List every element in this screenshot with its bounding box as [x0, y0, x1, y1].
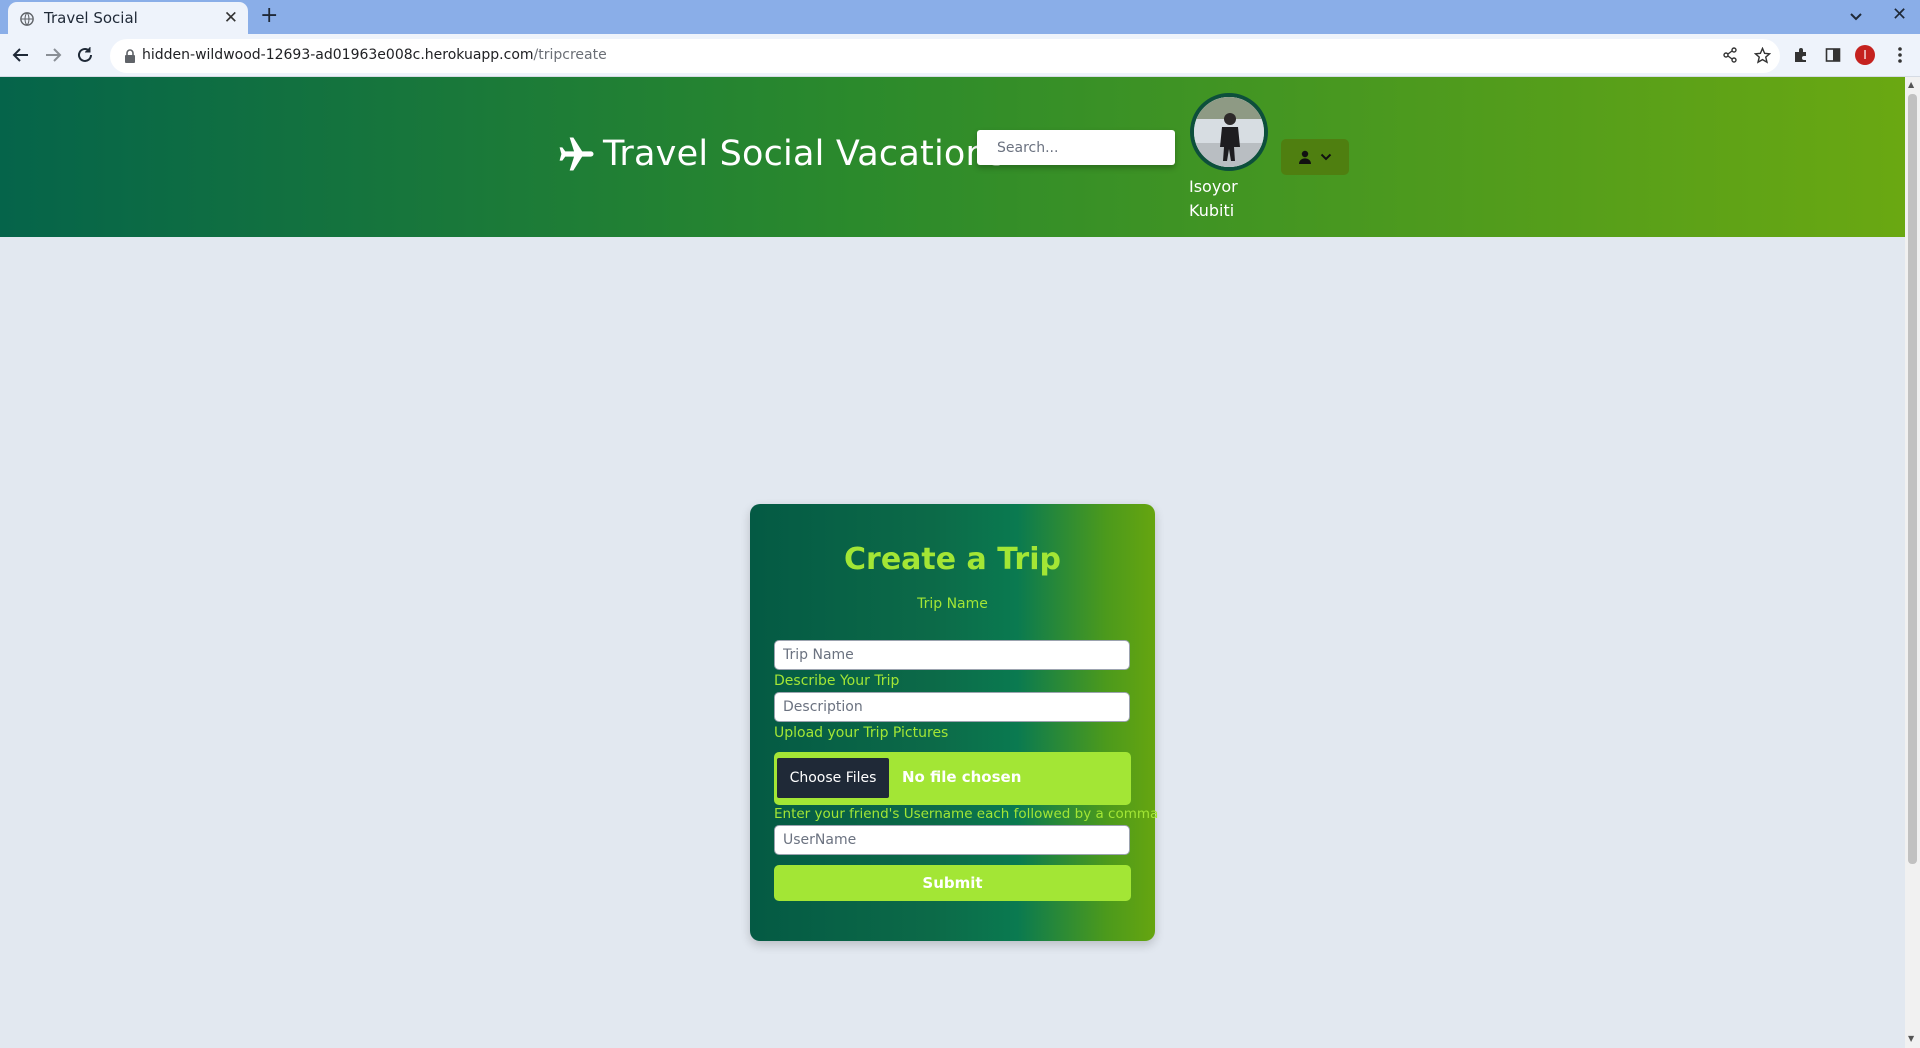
- brand[interactable]: Travel Social Vacations: [555, 132, 1006, 176]
- submit-button[interactable]: Submit: [774, 865, 1131, 901]
- brand-title: Travel Social Vacations: [603, 134, 1007, 174]
- user-name: Isoyor Kubiti: [1189, 177, 1238, 220]
- description-label: Describe Your Trip: [774, 673, 900, 689]
- side-panel-icon[interactable]: [1822, 44, 1844, 66]
- trip-name-input[interactable]: [774, 640, 1130, 670]
- url-path: /tripcreate: [533, 47, 607, 63]
- tab-search-chevron-icon[interactable]: [1846, 6, 1866, 26]
- browser-menu-icon[interactable]: [1889, 44, 1911, 66]
- file-upload-field[interactable]: Choose Files No file chosen: [774, 752, 1131, 805]
- share-icon[interactable]: [1719, 44, 1741, 66]
- file-status-text: No file chosen: [902, 768, 1022, 786]
- new-tab-icon[interactable]: +: [260, 3, 278, 28]
- tab-title: Travel Social: [44, 9, 138, 27]
- user-photo: [1194, 97, 1264, 167]
- create-trip-form: Create a Trip Trip Name Describe Your Tr…: [750, 504, 1159, 941]
- browser-toolbar: hidden-wildwood-12693-ad01963e008c.herok…: [0, 34, 1920, 77]
- chevron-down-icon: [1320, 153, 1332, 161]
- username-input[interactable]: [774, 825, 1130, 855]
- forward-icon[interactable]: [41, 43, 65, 67]
- profile-avatar[interactable]: I: [1855, 45, 1875, 65]
- scroll-up-arrow-icon[interactable]: ▲: [1908, 80, 1914, 89]
- airplane-icon: [559, 137, 594, 171]
- globe-icon: [20, 12, 34, 26]
- scrollbar-thumb[interactable]: [1908, 94, 1917, 864]
- bookmark-star-icon[interactable]: [1751, 44, 1773, 66]
- user-avatar[interactable]: [1190, 93, 1268, 171]
- site-header: Travel Social Vacations Isoyor Kubiti: [0, 77, 1905, 237]
- lock-icon[interactable]: [124, 49, 136, 63]
- friends-label: Enter your friend's Username each follow…: [774, 806, 1159, 822]
- scroll-down-arrow-icon[interactable]: ▼: [1908, 1034, 1914, 1043]
- browser-tabstrip: Travel Social ✕ + ✕: [0, 0, 1920, 34]
- form-title: Create a Trip: [844, 542, 1061, 577]
- browser-tab[interactable]: Travel Social ✕: [8, 2, 248, 34]
- address-bar[interactable]: hidden-wildwood-12693-ad01963e008c.herok…: [110, 39, 1780, 73]
- user-icon: [1299, 150, 1311, 164]
- description-input[interactable]: [774, 692, 1130, 722]
- back-icon[interactable]: [9, 43, 33, 67]
- upload-label: Upload your Trip Pictures: [774, 725, 949, 741]
- choose-files-button[interactable]: Choose Files: [777, 758, 889, 798]
- user-menu-button[interactable]: [1281, 139, 1349, 175]
- search-input[interactable]: [977, 130, 1175, 165]
- trip-name-label: Trip Name: [917, 596, 988, 612]
- extensions-icon[interactable]: [1790, 44, 1812, 66]
- reload-icon[interactable]: [73, 43, 97, 67]
- url-text[interactable]: hidden-wildwood-12693-ad01963e008c.herok…: [142, 47, 607, 63]
- window-close-icon[interactable]: ✕: [1892, 4, 1907, 25]
- tab-close-icon[interactable]: ✕: [224, 8, 238, 28]
- url-host: hidden-wildwood-12693-ad01963e008c.herok…: [142, 47, 534, 63]
